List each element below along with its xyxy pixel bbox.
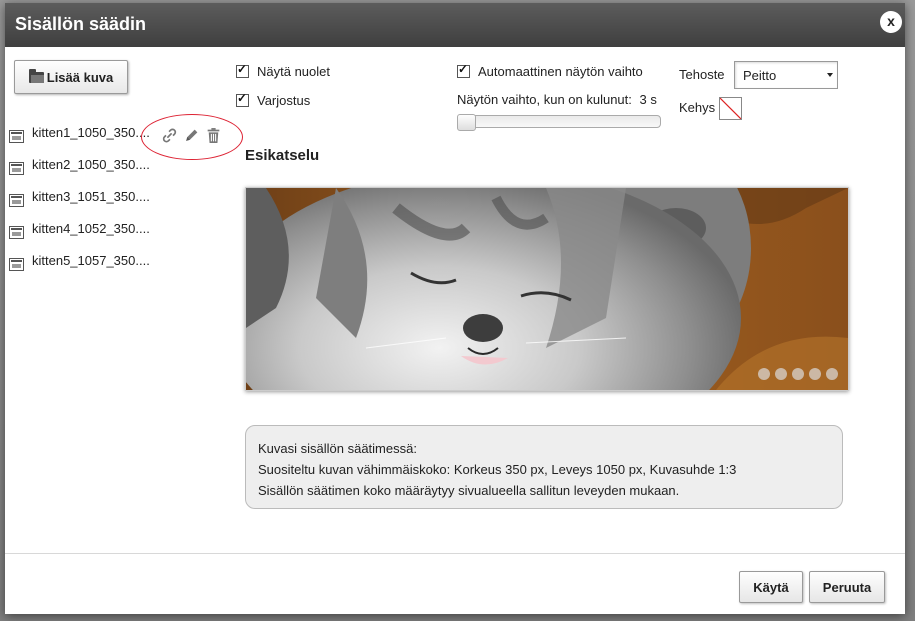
- pencil-icon[interactable]: [183, 127, 200, 144]
- slide-dot[interactable]: [826, 368, 838, 380]
- interval-text: Näytön vaihto, kun on kulunut: 3 s: [457, 92, 657, 107]
- folder-icon: [28, 68, 44, 83]
- file-actions: [161, 127, 222, 144]
- list-item[interactable]: kitten1_1050_350....: [9, 125, 239, 157]
- slide-dot[interactable]: [792, 368, 804, 380]
- show-arrows-checkbox[interactable]: [236, 62, 249, 78]
- add-image-button[interactable]: Lisää kuva: [14, 60, 128, 94]
- file-name: kitten5_1057_350....: [32, 253, 150, 268]
- frame-color-swatch[interactable]: [719, 97, 742, 120]
- slide-dot[interactable]: [809, 368, 821, 380]
- no-color-icon: [720, 98, 741, 119]
- show-arrows-option[interactable]: Näytä nuolet: [236, 62, 330, 79]
- footer-divider: [5, 553, 905, 554]
- file-name: kitten1_1050_350....: [32, 125, 150, 140]
- effect-selected-value: Peitto: [743, 68, 777, 83]
- shadow-option[interactable]: Varjostus: [236, 91, 311, 108]
- interval-label: Näytön vaihto, kun on kulunut:: [457, 92, 632, 107]
- auto-switch-label: Automaattinen näytön vaihto: [478, 64, 643, 79]
- frame-label: Kehys: [679, 100, 716, 115]
- info-line: Suositeltu kuvan vähimmäiskoko: Korkeus …: [258, 462, 737, 477]
- info-box: Kuvasi sisällön säätimessä: Suositeltu k…: [245, 425, 843, 509]
- image-file-icon: [9, 130, 24, 143]
- slider-handle[interactable]: [457, 114, 476, 131]
- dialog-title: Sisällön säädin: [15, 14, 147, 34]
- auto-switch-checkbox[interactable]: [457, 62, 470, 78]
- shadow-label: Varjostus: [257, 93, 311, 108]
- chevron-down-icon: [827, 73, 833, 77]
- show-arrows-label: Näytä nuolet: [257, 64, 330, 79]
- close-button[interactable]: x: [880, 11, 902, 33]
- image-file-icon: [9, 226, 24, 239]
- slide-dot[interactable]: [758, 368, 770, 380]
- image-file-icon: [9, 258, 24, 271]
- slide-dots: [758, 368, 838, 380]
- slide-preview: [245, 187, 849, 391]
- link-icon[interactable]: [161, 127, 178, 144]
- cancel-button[interactable]: Peruuta: [809, 571, 885, 603]
- file-name: kitten2_1050_350....: [32, 157, 150, 172]
- auto-switch-option[interactable]: Automaattinen näytön vaihto: [457, 62, 643, 79]
- kitten-photo: [246, 188, 848, 390]
- list-item[interactable]: kitten4_1052_350....: [9, 221, 239, 253]
- trash-icon[interactable]: [205, 127, 222, 144]
- image-file-icon: [9, 194, 24, 207]
- list-item[interactable]: kitten5_1057_350....: [9, 253, 239, 285]
- list-item[interactable]: kitten2_1050_350....: [9, 157, 239, 189]
- content-slider-dialog: Sisällön säädin x Lisää kuva kitten1_105…: [5, 3, 905, 614]
- interval-value: 3 s: [639, 92, 657, 107]
- add-image-label: Lisää kuva: [46, 69, 114, 85]
- shadow-checkbox[interactable]: [236, 91, 249, 107]
- file-name: kitten4_1052_350....: [32, 221, 150, 236]
- image-list: kitten1_1050_350.... kitten2_1050_350...…: [9, 125, 239, 285]
- dialog-titlebar: Sisällön säädin x: [5, 3, 905, 47]
- effect-select[interactable]: Peitto: [734, 61, 838, 89]
- apply-button[interactable]: Käytä: [739, 571, 803, 603]
- interval-slider[interactable]: [457, 114, 661, 131]
- effect-label: Tehoste: [679, 67, 725, 82]
- preview-title: Esikatselu: [245, 147, 320, 164]
- file-name: kitten3_1051_350....: [32, 189, 150, 204]
- image-file-icon: [9, 162, 24, 175]
- slide-dot[interactable]: [775, 368, 787, 380]
- info-line: Sisällön säätimen koko määräytyy sivualu…: [258, 483, 680, 498]
- info-line: Kuvasi sisällön säätimessä:: [258, 441, 417, 456]
- list-item[interactable]: kitten3_1051_350....: [9, 189, 239, 221]
